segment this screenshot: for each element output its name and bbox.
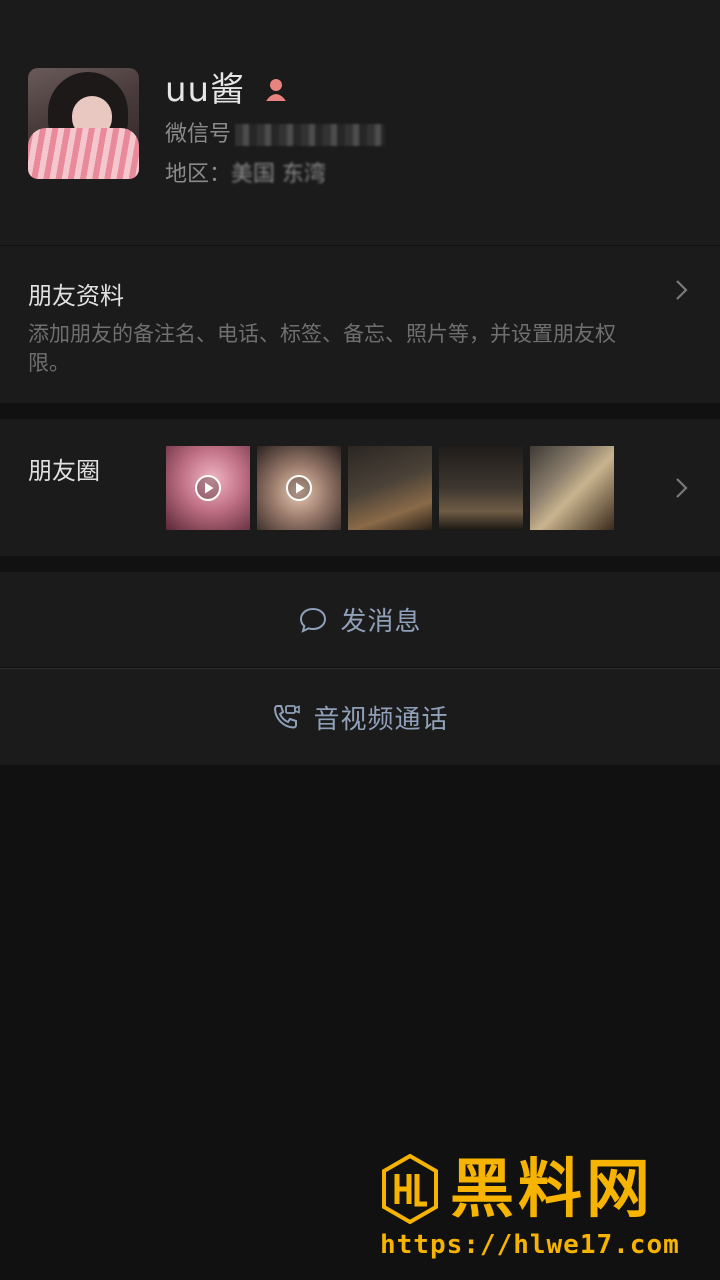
watermark-url: https://hlwe17.com <box>380 1230 680 1260</box>
friend-info-title: 朋友资料 <box>28 282 124 310</box>
region-label: 地区： <box>165 162 232 187</box>
friend-info-description: 添加朋友的备注名、电话、标签、备忘、照片等，并设置朋友权限。 <box>28 322 616 375</box>
av-call-label: 音视频通话 <box>313 704 449 735</box>
moment-thumbnail[interactable] <box>439 446 523 530</box>
hl-logo-icon <box>382 1154 438 1224</box>
moment-thumbnail[interactable] <box>257 446 341 530</box>
female-person-icon <box>266 79 286 101</box>
play-icon <box>286 475 312 501</box>
moments-title: 朋友圈 <box>28 457 100 485</box>
watermark: 黑料网 https://hlwe17.com <box>380 1153 710 1269</box>
profile-name: uu酱 <box>165 70 246 110</box>
region-row: 地区：美国 东湾 <box>165 160 326 190</box>
send-message-content: 发消息 <box>0 572 720 667</box>
friend-info-row[interactable]: 朋友资料 添加朋友的备注名、电话、标签、备忘、照片等，并设置朋友权限。 <box>0 246 720 403</box>
watermark-title: 黑料网 <box>450 1153 654 1227</box>
moment-thumbnail[interactable] <box>348 446 432 530</box>
moment-thumbnail[interactable] <box>530 446 614 530</box>
avatar[interactable] <box>28 68 139 179</box>
av-call-content: 音视频通话 <box>0 669 720 765</box>
wechat-id-row: 微信号 <box>165 120 386 150</box>
av-call-button[interactable]: 音视频通话 <box>0 669 720 765</box>
send-message-button[interactable]: 发消息 <box>0 572 720 667</box>
chat-bubble-icon <box>300 607 327 633</box>
chevron-right-icon <box>676 280 688 300</box>
profile-header: uu酱 微信号 地区：美国 东湾 <box>0 0 720 245</box>
chevron-right-icon <box>676 478 688 498</box>
wechat-id-value-blurred <box>235 124 386 146</box>
play-icon <box>195 475 221 501</box>
phone-video-icon <box>274 705 301 729</box>
moments-thumbnails <box>166 446 614 530</box>
wechat-id-label: 微信号 <box>165 122 232 147</box>
avatar-sleeve <box>28 128 139 179</box>
moments-row[interactable]: 朋友圈 <box>0 419 720 556</box>
moment-thumbnail[interactable] <box>166 446 250 530</box>
region-value: 美国 东湾 <box>231 162 327 187</box>
send-message-label: 发消息 <box>340 607 422 637</box>
